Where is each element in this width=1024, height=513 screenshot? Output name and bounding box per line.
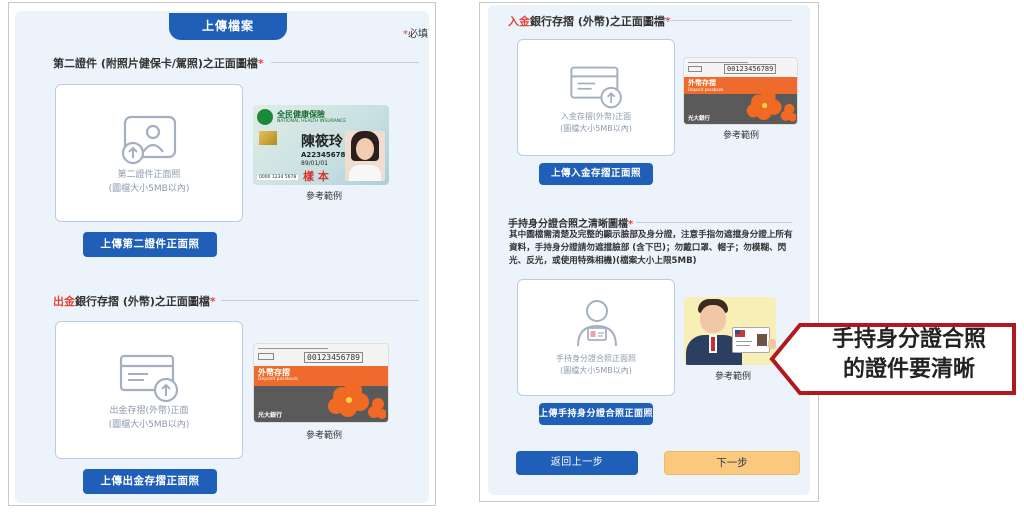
upload-second-id-button[interactable]: 上傳第二證件正面照 <box>83 232 217 257</box>
divider <box>652 20 792 21</box>
upload-size-hint: (圖檔大小5MB以內) <box>560 124 632 133</box>
passbook-sample: 00123456789 外幣存摺 Deposit passbook 光大銀行 <box>253 343 389 423</box>
right-screen: 入金銀行存摺 (外幣)之正面圖檔* 入金存摺(外幣)正面 (圖檔大小5MB以內)… <box>479 2 819 502</box>
withdraw-passbook-section-title: 出金銀行存摺 (外幣)之正面圖檔* <box>53 295 216 308</box>
held-id-card <box>732 327 770 353</box>
face <box>700 305 726 333</box>
divider <box>636 222 792 223</box>
deposit-passbook-section-title: 入金銀行存摺 (外幣)之正面圖檔* <box>508 15 671 28</box>
sample-label: 參考範例 <box>305 431 342 441</box>
sample-label: 參考範例 <box>305 192 342 202</box>
callout-line-2: 的證件要清晰 <box>842 357 975 382</box>
upload-withdraw-passbook-button[interactable]: 上傳出金存摺正面照 <box>83 469 217 494</box>
upload-selfie-with-id-button[interactable]: 上傳手持身分證合照正面照 <box>539 403 653 425</box>
health-logo-icon <box>257 109 273 125</box>
upload-size-hint: (圖檔大小5MB以內) <box>108 184 190 194</box>
upload-deposit-passbook-button[interactable]: 上傳入金存摺正面照 <box>539 163 653 185</box>
upload-hint: 第二證件正面照 <box>117 170 181 180</box>
divider <box>221 300 419 301</box>
flower-decoration-icon <box>328 381 386 419</box>
divider <box>271 62 419 63</box>
chip-icon <box>259 131 277 145</box>
portrait-photo <box>345 131 385 181</box>
required-note: *必填 <box>403 29 428 40</box>
person-holding-id-icon <box>577 300 617 347</box>
next-button[interactable]: 下一步 <box>664 451 800 475</box>
selfie-with-id-section-title: 手持身分證合照之清晰圖檔* <box>508 219 634 230</box>
health-card-sample: 全民健康保險 NATIONAL HEALTH INSURANCE 陳筱玲 A22… <box>253 105 389 185</box>
selfie-instructions: 其中圖檔需清楚及完整的顯示臉部及身分證，注意手指勿遮擋身分證上所有資料，手持身分… <box>509 230 793 266</box>
second-id-section-title: 第二證件 (附照片健保卡/駕照)之正面圖檔* <box>53 57 264 70</box>
selfie-with-id-sample <box>684 297 776 365</box>
upload-hint: 出金存摺(外幣)正面 <box>109 406 189 416</box>
upload-size-hint: (圖檔大小5MB以內) <box>108 420 190 430</box>
sample-label: 參考範例 <box>714 372 751 382</box>
back-button[interactable]: 返回上一步 <box>516 451 638 475</box>
sample-label: 參考範例 <box>722 131 759 141</box>
flower-decoration-icon <box>746 89 796 122</box>
passbook-upload-icon <box>570 66 622 109</box>
passbook-upload-icon <box>119 354 179 403</box>
left-screen: 上傳檔案 *必填 第二證件 (附照片健保卡/駕照)之正面圖檔* 第二證件正面照 … <box>8 2 436 506</box>
upload-size-hint: (圖檔大小5MB以內) <box>560 366 632 375</box>
passbook-sample: 00123456789 外幣存摺 Deposit passbook 光大銀行 <box>683 57 798 125</box>
callout-line-1: 手持身分證合照 <box>831 327 986 352</box>
upload-files-tab[interactable]: 上傳檔案 <box>169 13 287 40</box>
selfie-with-id-upload-box[interactable]: 手持身分證合照正面照 (圖檔大小5MB以內) <box>517 279 675 396</box>
deposit-passbook-upload-box[interactable]: 入金存摺(外幣)正面 (圖檔大小5MB以內) <box>517 39 675 156</box>
second-id-upload-box[interactable]: 第二證件正面照 (圖檔大小5MB以內) <box>55 84 243 222</box>
withdraw-passbook-upload-box[interactable]: 出金存摺(外幣)正面 (圖檔大小5MB以內) <box>55 321 243 459</box>
id-card-icon <box>121 115 177 165</box>
